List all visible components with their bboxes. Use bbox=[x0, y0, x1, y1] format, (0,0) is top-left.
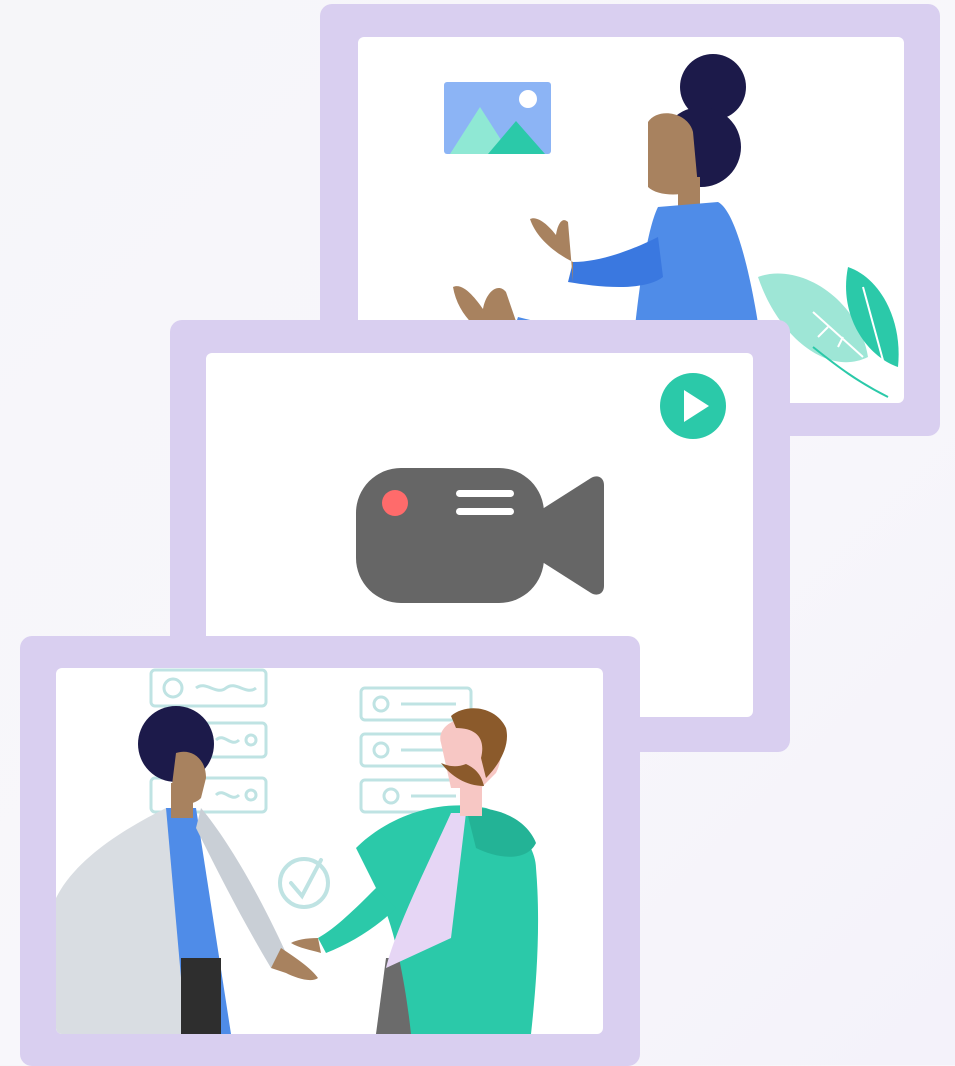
meeting-card bbox=[20, 636, 640, 1066]
image-icon bbox=[444, 82, 551, 154]
play-button-icon[interactable] bbox=[660, 373, 726, 439]
meeting-illustration bbox=[56, 668, 539, 1034]
left-person bbox=[56, 706, 318, 1034]
video-camera-icon bbox=[356, 468, 604, 603]
checkmark-circle-icon bbox=[278, 857, 330, 909]
meeting-panel bbox=[56, 668, 603, 1034]
